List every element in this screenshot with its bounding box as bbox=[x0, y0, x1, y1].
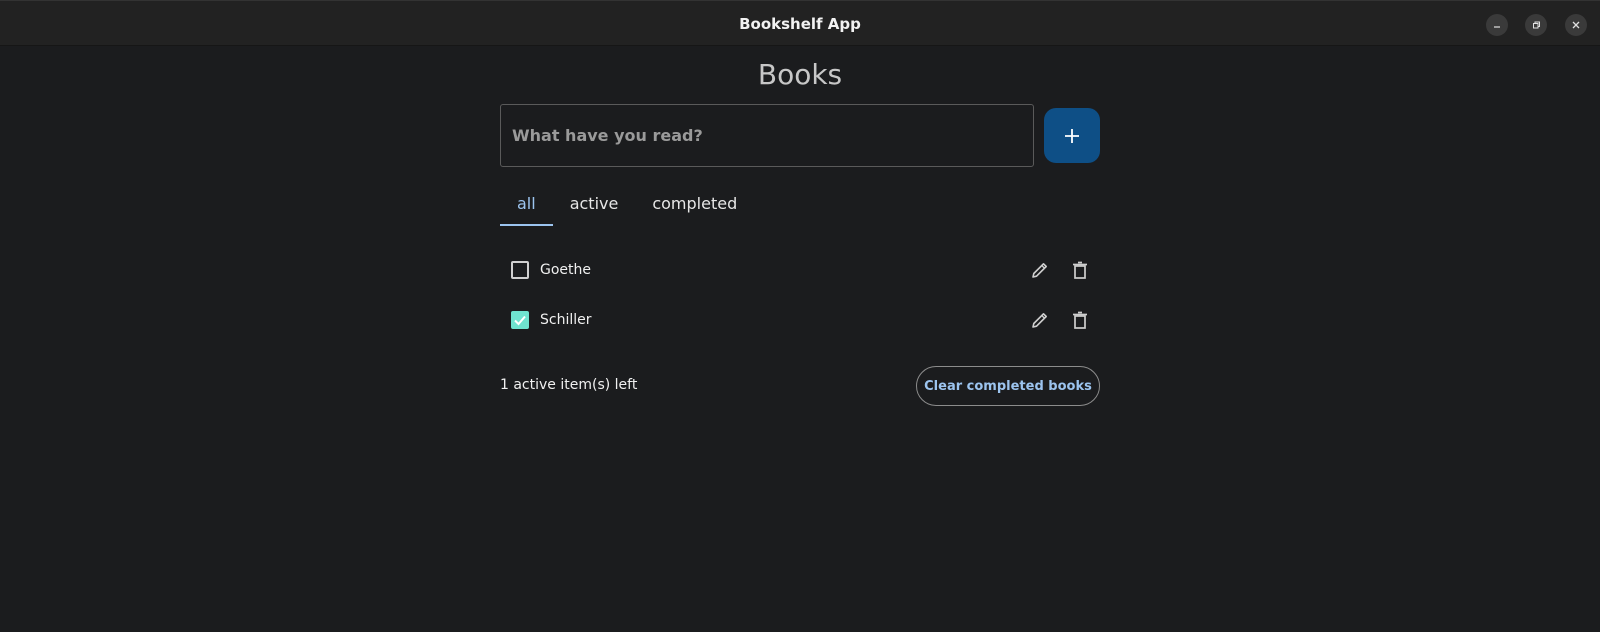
delete-button[interactable] bbox=[1067, 257, 1093, 283]
book-title: Schiller bbox=[540, 312, 592, 328]
tab-completed[interactable]: completed bbox=[635, 180, 754, 226]
list-item: Schiller bbox=[500, 295, 1100, 345]
book-input[interactable] bbox=[501, 105, 1033, 166]
window-title: Bookshelf App bbox=[739, 15, 861, 33]
trash-icon bbox=[1073, 311, 1087, 329]
edit-button[interactable] bbox=[1027, 257, 1053, 283]
book-title: Goethe bbox=[540, 262, 592, 278]
tab-all[interactable]: all bbox=[500, 180, 553, 226]
minimize-button[interactable] bbox=[1486, 14, 1508, 36]
list-item: Goethe bbox=[500, 245, 1100, 295]
book-checkbox[interactable] bbox=[511, 311, 529, 329]
book-list: Goethe Schiller bbox=[500, 245, 1100, 345]
trash-icon bbox=[1073, 261, 1087, 279]
clear-completed-button[interactable]: Clear completed books bbox=[916, 366, 1100, 406]
tab-active[interactable]: active bbox=[553, 180, 636, 226]
active-count: 1 active item(s) left bbox=[500, 377, 638, 393]
plus-icon bbox=[1065, 128, 1079, 143]
maximize-button[interactable] bbox=[1525, 14, 1547, 36]
pencil-icon bbox=[1032, 313, 1047, 328]
close-button[interactable] bbox=[1565, 14, 1587, 36]
delete-button[interactable] bbox=[1067, 307, 1093, 333]
book-input-container bbox=[500, 104, 1034, 167]
maximize-icon bbox=[1533, 21, 1540, 29]
page-title: Books bbox=[757, 58, 843, 91]
window-titlebar: Bookshelf App bbox=[0, 0, 1600, 46]
checkmark-icon bbox=[514, 315, 526, 326]
filter-tabs: all active completed bbox=[500, 180, 754, 226]
pencil-icon bbox=[1032, 263, 1047, 278]
edit-button[interactable] bbox=[1027, 307, 1053, 333]
book-checkbox[interactable] bbox=[511, 261, 529, 279]
close-icon bbox=[1572, 21, 1580, 29]
minimize-icon bbox=[1494, 26, 1500, 28]
add-book-button[interactable] bbox=[1044, 108, 1100, 163]
